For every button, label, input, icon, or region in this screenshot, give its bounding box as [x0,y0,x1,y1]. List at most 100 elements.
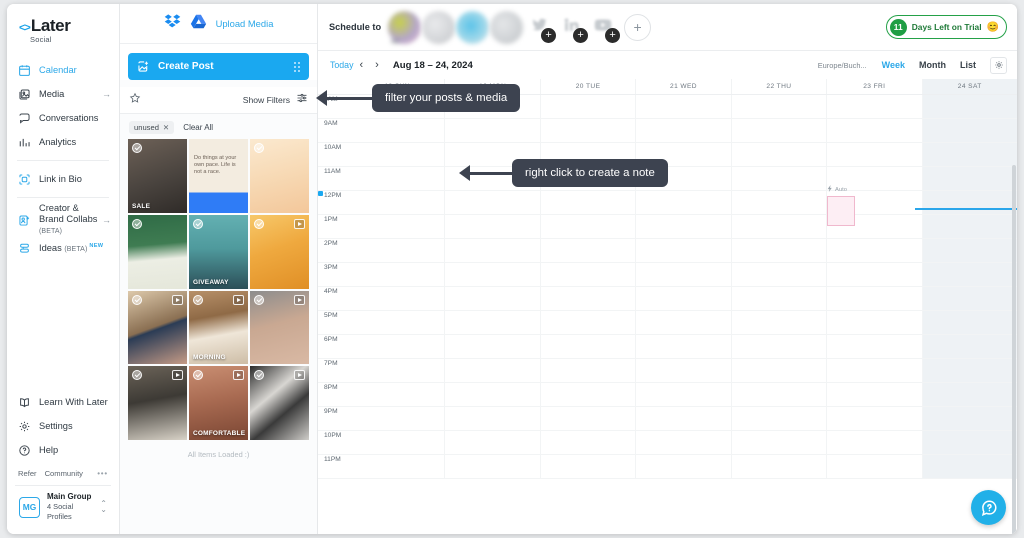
calendar-slot[interactable] [921,191,1017,214]
calendar-slot[interactable] [635,407,730,430]
calendar-slot[interactable] [730,263,826,286]
calendar-slot[interactable] [539,335,635,358]
calendar-slot[interactable] [635,119,730,142]
calendar-slot[interactable] [350,263,444,286]
calendar-slot[interactable] [921,407,1017,430]
calendar-day-header[interactable]: 20 TUE [539,79,635,94]
calendar-slot[interactable] [826,407,921,430]
calendar-slot[interactable] [635,311,730,334]
sidebar-item-settings[interactable]: Settings [7,414,119,438]
calendar-slot[interactable] [444,287,539,310]
calendar-slot[interactable] [826,119,921,142]
calendar-slot[interactable] [350,455,444,478]
calendar-slot[interactable] [539,407,635,430]
selected-check-icon[interactable] [132,143,142,153]
calendar-slot[interactable] [826,431,921,454]
calendar-slot[interactable] [921,239,1017,262]
calendar-slot[interactable] [730,455,826,478]
calendar-slot[interactable] [444,455,539,478]
calendar-slot[interactable] [730,215,826,238]
calendar-slot[interactable] [350,383,444,406]
next-week-button[interactable]: › [369,59,385,71]
community-link[interactable]: Community [45,469,83,478]
add-linkedin-account-button[interactable]: + [556,12,589,43]
previous-week-button[interactable]: ‹ [353,59,369,71]
calendar-slot[interactable] [730,191,826,214]
calendar-slot[interactable] [350,143,444,166]
media-thumbnail[interactable] [250,214,309,289]
view-week-button[interactable]: Week [875,58,912,72]
calendar-slot[interactable] [921,335,1017,358]
calendar-slot[interactable] [444,407,539,430]
calendar-slot[interactable] [921,287,1017,310]
calendar-day-header[interactable]: 24 SAT [921,79,1017,94]
media-thumbnail[interactable]: GIVEAWAY [189,214,248,289]
create-post-button[interactable]: Create Post [128,53,309,80]
sidebar-item-media[interactable]: Media → [7,82,119,106]
social-profile-avatar[interactable]: tipy... [388,10,422,45]
calendar-slot[interactable] [350,335,444,358]
calendar-slot[interactable] [730,239,826,262]
calendar-event-auto[interactable]: Auto [827,185,863,226]
calendar-slot[interactable] [635,359,730,382]
add-youtube-account-button[interactable]: + [588,12,621,43]
calendar-slot[interactable] [826,143,921,166]
calendar-slot[interactable] [539,119,635,142]
calendar-slot[interactable] [635,95,730,118]
calendar-slot[interactable] [539,359,635,382]
calendar-slot[interactable] [635,215,730,238]
calendar-slot[interactable] [826,455,921,478]
clear-all-button[interactable]: Clear All [183,123,213,132]
calendar-slot[interactable] [635,455,730,478]
calendar-slot[interactable] [635,383,730,406]
calendar-slot[interactable] [635,263,730,286]
calendar-slot[interactable] [826,383,921,406]
selected-check-icon[interactable] [132,294,142,305]
calendar-slot[interactable] [826,359,921,382]
calendar-slot[interactable] [921,431,1017,454]
dropbox-icon[interactable] [164,13,181,35]
calendar-slot[interactable] [350,311,444,334]
calendar-slot[interactable] [730,383,826,406]
calendar-slot[interactable] [921,95,1017,118]
calendar-slot[interactable] [730,407,826,430]
sidebar-item-link-in-bio[interactable]: Link in Bio [7,167,119,191]
calendar-slot[interactable] [921,359,1017,382]
calendar-slot[interactable] [635,239,730,262]
event-thumbnail[interactable] [827,196,855,226]
selected-check-icon[interactable] [132,218,142,229]
calendar-slot[interactable] [539,191,635,214]
calendar-slot[interactable] [921,143,1017,166]
calendar-slot[interactable] [635,287,730,310]
calendar-slot[interactable] [921,215,1017,238]
calendar-slot[interactable] [350,167,444,190]
selected-check-icon[interactable] [254,294,264,305]
calendar-slot[interactable] [539,311,635,334]
selected-check-icon[interactable] [193,218,203,229]
today-button[interactable]: Today [330,60,353,70]
media-thumbnail[interactable]: Do things at your own pace. Life is not … [189,139,248,213]
calendar-slot[interactable] [350,287,444,310]
calendar-slot[interactable] [730,143,826,166]
calendar-slot[interactable] [921,455,1017,478]
media-thumbnail[interactable]: MORNING [189,290,248,365]
calendar-slot[interactable] [539,95,635,118]
calendar-slot[interactable] [826,239,921,262]
upload-media-link[interactable]: Upload Media [216,18,274,29]
calendar-slot[interactable] [350,431,444,454]
sidebar-item-ideas[interactable]: Ideas (BETA)NEW [7,236,119,260]
calendar-slot[interactable] [921,119,1017,142]
media-thumbnail[interactable] [250,366,309,440]
calendar-slot[interactable] [539,263,635,286]
trial-badge[interactable]: 11 Days Left on Trial 😊 [885,15,1007,39]
calendar-slot[interactable] [730,311,826,334]
calendar-slot[interactable] [444,215,539,238]
add-twitter-account-button[interactable]: + [524,12,557,43]
calendar-day-header[interactable]: 23 FRI [826,79,921,94]
calendar-slot[interactable] [444,191,539,214]
show-filters-label[interactable]: Show Filters [243,95,290,105]
calendar-slot[interactable] [444,431,539,454]
calendar-slot[interactable] [539,455,635,478]
calendar-slot[interactable] [730,335,826,358]
help-chat-button[interactable] [971,490,1006,525]
